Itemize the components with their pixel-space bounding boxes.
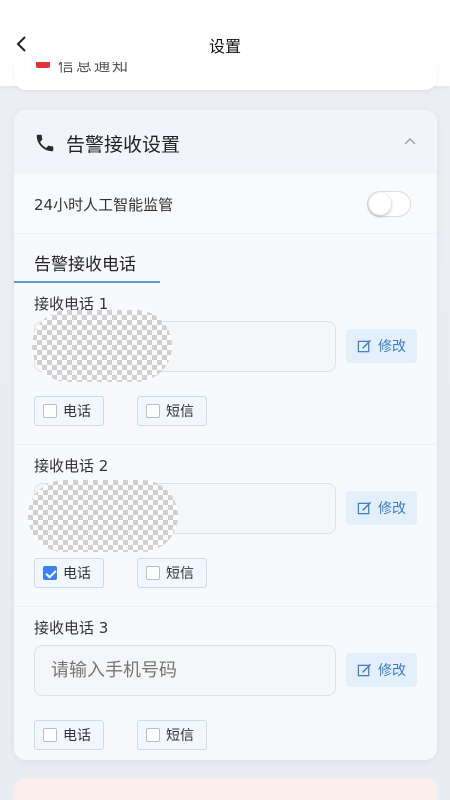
call-checkbox-2[interactable]: 电话 xyxy=(34,558,104,588)
sms-label: 短信 xyxy=(166,728,194,744)
chevron-up-icon[interactable] xyxy=(403,136,417,146)
edit-button-label: 修改 xyxy=(378,339,406,355)
tab-alarm-phones[interactable]: 告警接收电话 xyxy=(34,250,136,275)
sms-checkbox-1[interactable]: 短信 xyxy=(137,396,207,426)
checkbox-box xyxy=(43,404,57,418)
call-checkbox-3[interactable]: 电话 xyxy=(34,720,104,750)
edit-button-3[interactable]: 修改 xyxy=(346,653,417,687)
notification-card-title: 信息通知 xyxy=(58,62,131,75)
tab-underline xyxy=(14,281,160,283)
edit-button-2[interactable]: 修改 xyxy=(346,491,417,525)
sms-label: 短信 xyxy=(166,566,194,582)
ai-monitor-row: 24小时人工智能监管 xyxy=(14,174,437,234)
edit-button-label: 修改 xyxy=(378,663,406,679)
checkbox-box xyxy=(146,404,160,418)
checkbox-box-checked xyxy=(43,566,57,580)
redacted-phone-1 xyxy=(32,310,172,382)
checkbox-box xyxy=(43,728,57,742)
ai-monitor-toggle[interactable] xyxy=(367,191,411,217)
redacted-phone-2 xyxy=(28,480,178,552)
toggle-knob xyxy=(369,193,391,215)
call-checkbox-1[interactable]: 电话 xyxy=(34,396,104,426)
next-settings-card[interactable] xyxy=(14,778,437,800)
checkbox-box xyxy=(146,728,160,742)
call-label: 电话 xyxy=(63,566,91,582)
page-title: 设置 xyxy=(208,37,241,56)
phone-block-1: 接收电话 1 修改 电话 短信 xyxy=(14,284,437,445)
phone-block-2: 接收电话 2 修改 电话 短信 xyxy=(14,446,437,607)
ai-monitor-label: 24小时人工智能监管 xyxy=(34,196,174,214)
edit-icon xyxy=(357,339,372,352)
call-label: 电话 xyxy=(63,404,91,420)
notification-icon xyxy=(36,62,50,68)
phone-block-3: 接收电话 3 修改 电话 短信 xyxy=(14,608,437,760)
sms-checkbox-2[interactable]: 短信 xyxy=(137,558,207,588)
alarm-settings-title: 告警接收设置 xyxy=(66,134,181,156)
notification-card[interactable]: 信息通知 xyxy=(14,62,437,90)
phone-label: 接收电话 2 xyxy=(34,457,109,475)
call-label: 电话 xyxy=(63,728,91,744)
sms-checkbox-3[interactable]: 短信 xyxy=(137,720,207,750)
phone-input-3[interactable] xyxy=(34,645,336,696)
alarm-settings-card: 告警接收设置 24小时人工智能监管 告警接收电话 接收电话 1 修改 电话 短信… xyxy=(14,110,437,760)
edit-icon xyxy=(357,663,372,676)
edit-button-1[interactable]: 修改 xyxy=(346,329,417,363)
checkbox-box xyxy=(146,566,160,580)
phone-icon xyxy=(36,134,54,152)
edit-icon xyxy=(357,501,372,514)
phone-label: 接收电话 3 xyxy=(34,619,109,637)
alarm-settings-header[interactable]: 告警接收设置 xyxy=(14,110,437,174)
edit-button-label: 修改 xyxy=(378,501,406,517)
sms-label: 短信 xyxy=(166,404,194,420)
